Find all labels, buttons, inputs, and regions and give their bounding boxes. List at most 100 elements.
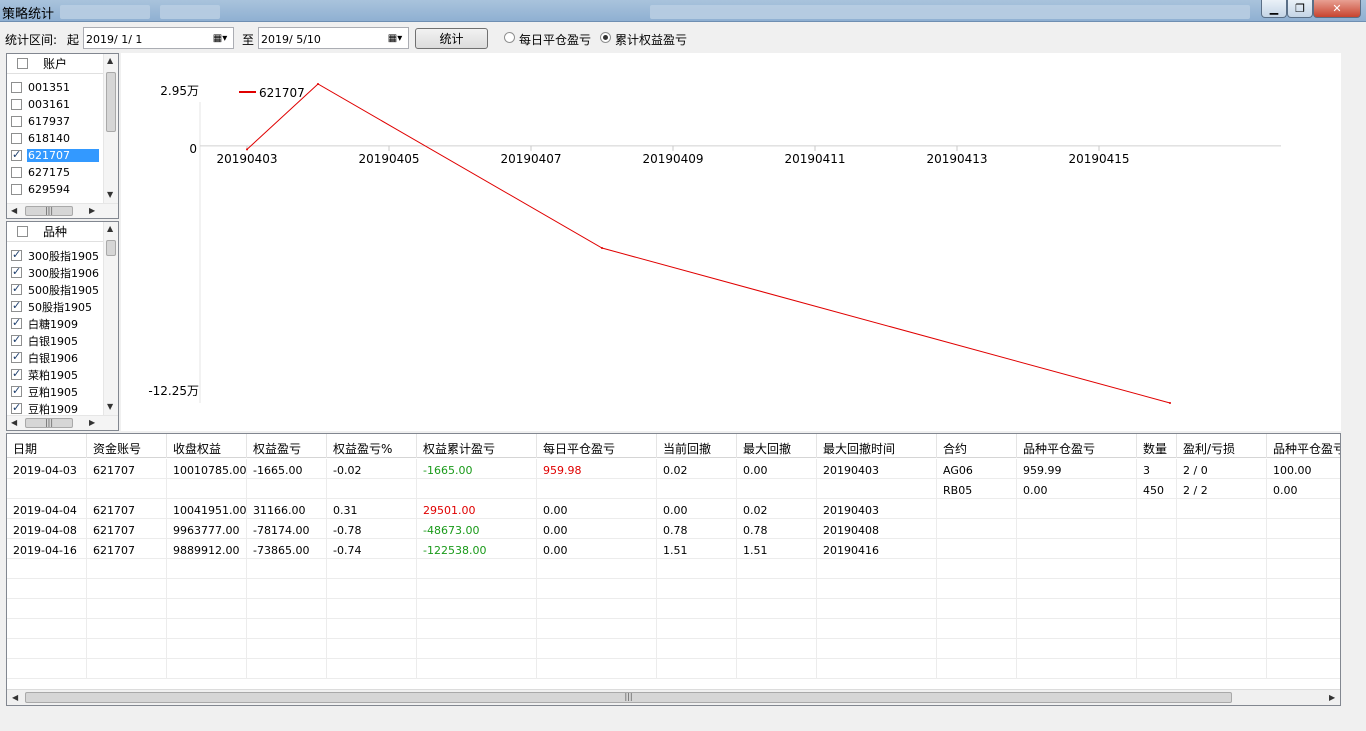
column-header[interactable]: 权益盈亏%	[327, 434, 417, 458]
product-item[interactable]: 豆粕1905	[7, 383, 105, 400]
scroll-right-icon[interactable]: ▶	[89, 418, 95, 427]
calendar-dropdown-icon[interactable]: ▦▾	[384, 30, 406, 46]
scroll-left-icon[interactable]: ◀	[11, 418, 17, 427]
radio-cumulative[interactable]	[600, 32, 611, 43]
product-item[interactable]: 白银1906	[7, 349, 105, 366]
product-item[interactable]: 300股指1906	[7, 264, 105, 281]
stat-button[interactable]: 统计	[415, 28, 488, 49]
account-item[interactable]: 621707	[7, 147, 105, 164]
product-checkbox[interactable]	[11, 350, 22, 363]
column-header[interactable]: 品种平仓盈亏	[1267, 434, 1340, 458]
account-checkbox[interactable]	[11, 167, 22, 178]
product-checkbox[interactable]	[11, 401, 22, 414]
table-row[interactable]: 2019-04-08 621707 9963777.00 -78174.00 -0.78…	[7, 519, 1340, 539]
account-select-all-checkbox[interactable]	[17, 58, 28, 69]
column-header[interactable]: 最大回撤	[737, 434, 817, 458]
from-date-picker[interactable]: 2019/ 1/ 1 ▦▾	[83, 27, 234, 49]
column-header[interactable]: 每日平仓盈亏	[537, 434, 657, 458]
scroll-thumb[interactable]: |||	[25, 206, 73, 216]
product-checkbox[interactable]	[11, 299, 22, 312]
scroll-right-icon[interactable]: ▶	[1329, 693, 1335, 702]
product-item[interactable]: 菜粕1905	[7, 366, 105, 383]
account-item[interactable]: 618140	[7, 130, 105, 147]
table-cell	[937, 519, 1017, 539]
product-checkbox[interactable]	[11, 265, 22, 278]
product-item[interactable]: 白糖1909	[7, 315, 105, 332]
to-date-picker[interactable]: 2019/ 5/10 ▦▾	[258, 27, 409, 49]
account-checkbox[interactable]	[11, 116, 22, 127]
table-cell	[937, 619, 1017, 639]
radio-cumulative-label[interactable]: 累计权益盈亏	[615, 31, 687, 48]
account-item[interactable]: 001351	[7, 79, 105, 96]
scroll-left-icon[interactable]: ◀	[11, 206, 17, 215]
product-list-vscrollbar[interactable]: ▲ ▼	[103, 222, 118, 415]
product-checkbox[interactable]	[11, 282, 22, 295]
product-checkbox[interactable]	[11, 333, 22, 346]
product-item[interactable]: 500股指1905	[7, 281, 105, 298]
product-checkbox[interactable]	[11, 316, 22, 329]
account-header-label: 账户	[43, 57, 68, 71]
scroll-thumb[interactable]	[106, 72, 116, 132]
column-header[interactable]: 最大回撤时间	[817, 434, 937, 458]
product-item[interactable]: 50股指1905	[7, 298, 105, 315]
account-checkbox[interactable]	[11, 82, 22, 93]
maximize-button[interactable]: ❐	[1287, 0, 1313, 18]
close-button[interactable]: ✕	[1313, 0, 1361, 18]
column-header[interactable]: 盈利/亏损	[1177, 434, 1267, 458]
table-cell	[1137, 639, 1177, 659]
column-header[interactable]: 日期	[7, 434, 87, 458]
column-header[interactable]: 收盘权益	[167, 434, 247, 458]
table-row[interactable]	[7, 579, 1340, 599]
column-header[interactable]: 权益累计盈亏	[417, 434, 537, 458]
account-checkbox[interactable]	[11, 133, 22, 144]
column-header[interactable]: 品种平仓盈亏	[1017, 434, 1137, 458]
account-item[interactable]: 627175	[7, 164, 105, 181]
scroll-up-icon[interactable]: ▲	[107, 56, 113, 65]
table-cell	[1267, 519, 1340, 539]
column-header[interactable]: 数量	[1137, 434, 1177, 458]
product-select-all-checkbox[interactable]	[17, 226, 28, 237]
product-checkbox[interactable]	[11, 384, 22, 397]
account-list-vscrollbar[interactable]: ▲ ▼	[103, 54, 118, 203]
table-row[interactable]	[7, 559, 1340, 579]
account-item[interactable]: 003161	[7, 96, 105, 113]
product-list-hscrollbar[interactable]: ◀ ||| ▶	[7, 415, 118, 430]
calendar-dropdown-icon[interactable]: ▦▾	[209, 30, 231, 46]
account-checkbox[interactable]	[11, 184, 22, 195]
scroll-thumb[interactable]	[106, 240, 116, 256]
table-cell	[167, 639, 247, 659]
table-row[interactable]: 2019-04-04 621707 10041951.00 31166.00 0.31 2…	[7, 499, 1340, 519]
table-row[interactable]: 2019-04-16 621707 9889912.00 -73865.00 -0.74…	[7, 539, 1340, 559]
table-hscrollbar[interactable]: ◀ ||| ▶	[7, 689, 1340, 705]
product-checkbox[interactable]	[11, 248, 22, 261]
product-checkbox[interactable]	[11, 367, 22, 380]
table-row[interactable]	[7, 619, 1340, 639]
product-item[interactable]: 白银1905	[7, 332, 105, 349]
account-checkbox[interactable]	[11, 99, 22, 110]
scroll-left-icon[interactable]: ◀	[12, 693, 18, 702]
product-item[interactable]: 300股指1905	[7, 247, 105, 264]
account-list-hscrollbar[interactable]: ◀ ||| ▶	[7, 203, 118, 218]
column-header[interactable]: 合约	[937, 434, 1017, 458]
radio-daily[interactable]	[504, 32, 515, 43]
scroll-down-icon[interactable]: ▼	[107, 402, 113, 411]
table-cell	[327, 599, 417, 619]
scroll-thumb[interactable]: |||	[25, 692, 1232, 703]
table-row[interactable]: 2019-04-03 621707 10010785.00 -1665.00 -0.02…	[7, 459, 1340, 479]
column-header[interactable]: 权益盈亏	[247, 434, 327, 458]
scroll-up-icon[interactable]: ▲	[107, 224, 113, 233]
minimize-button[interactable]: ▁	[1261, 0, 1287, 18]
scroll-right-icon[interactable]: ▶	[89, 206, 95, 215]
account-item[interactable]: 617937	[7, 113, 105, 130]
column-header[interactable]: 当前回撤	[657, 434, 737, 458]
account-item[interactable]: 629594	[7, 181, 105, 198]
scroll-thumb[interactable]: |||	[25, 418, 73, 428]
table-row[interactable]: RB05 0.00 450 2 / 2 0.00	[7, 479, 1340, 499]
column-header[interactable]: 资金账号	[87, 434, 167, 458]
table-row[interactable]	[7, 599, 1340, 619]
account-checkbox[interactable]	[11, 148, 22, 161]
radio-daily-label[interactable]: 每日平仓盈亏	[519, 31, 591, 48]
table-row[interactable]	[7, 639, 1340, 659]
scroll-down-icon[interactable]: ▼	[107, 190, 113, 199]
table-row[interactable]	[7, 659, 1340, 679]
